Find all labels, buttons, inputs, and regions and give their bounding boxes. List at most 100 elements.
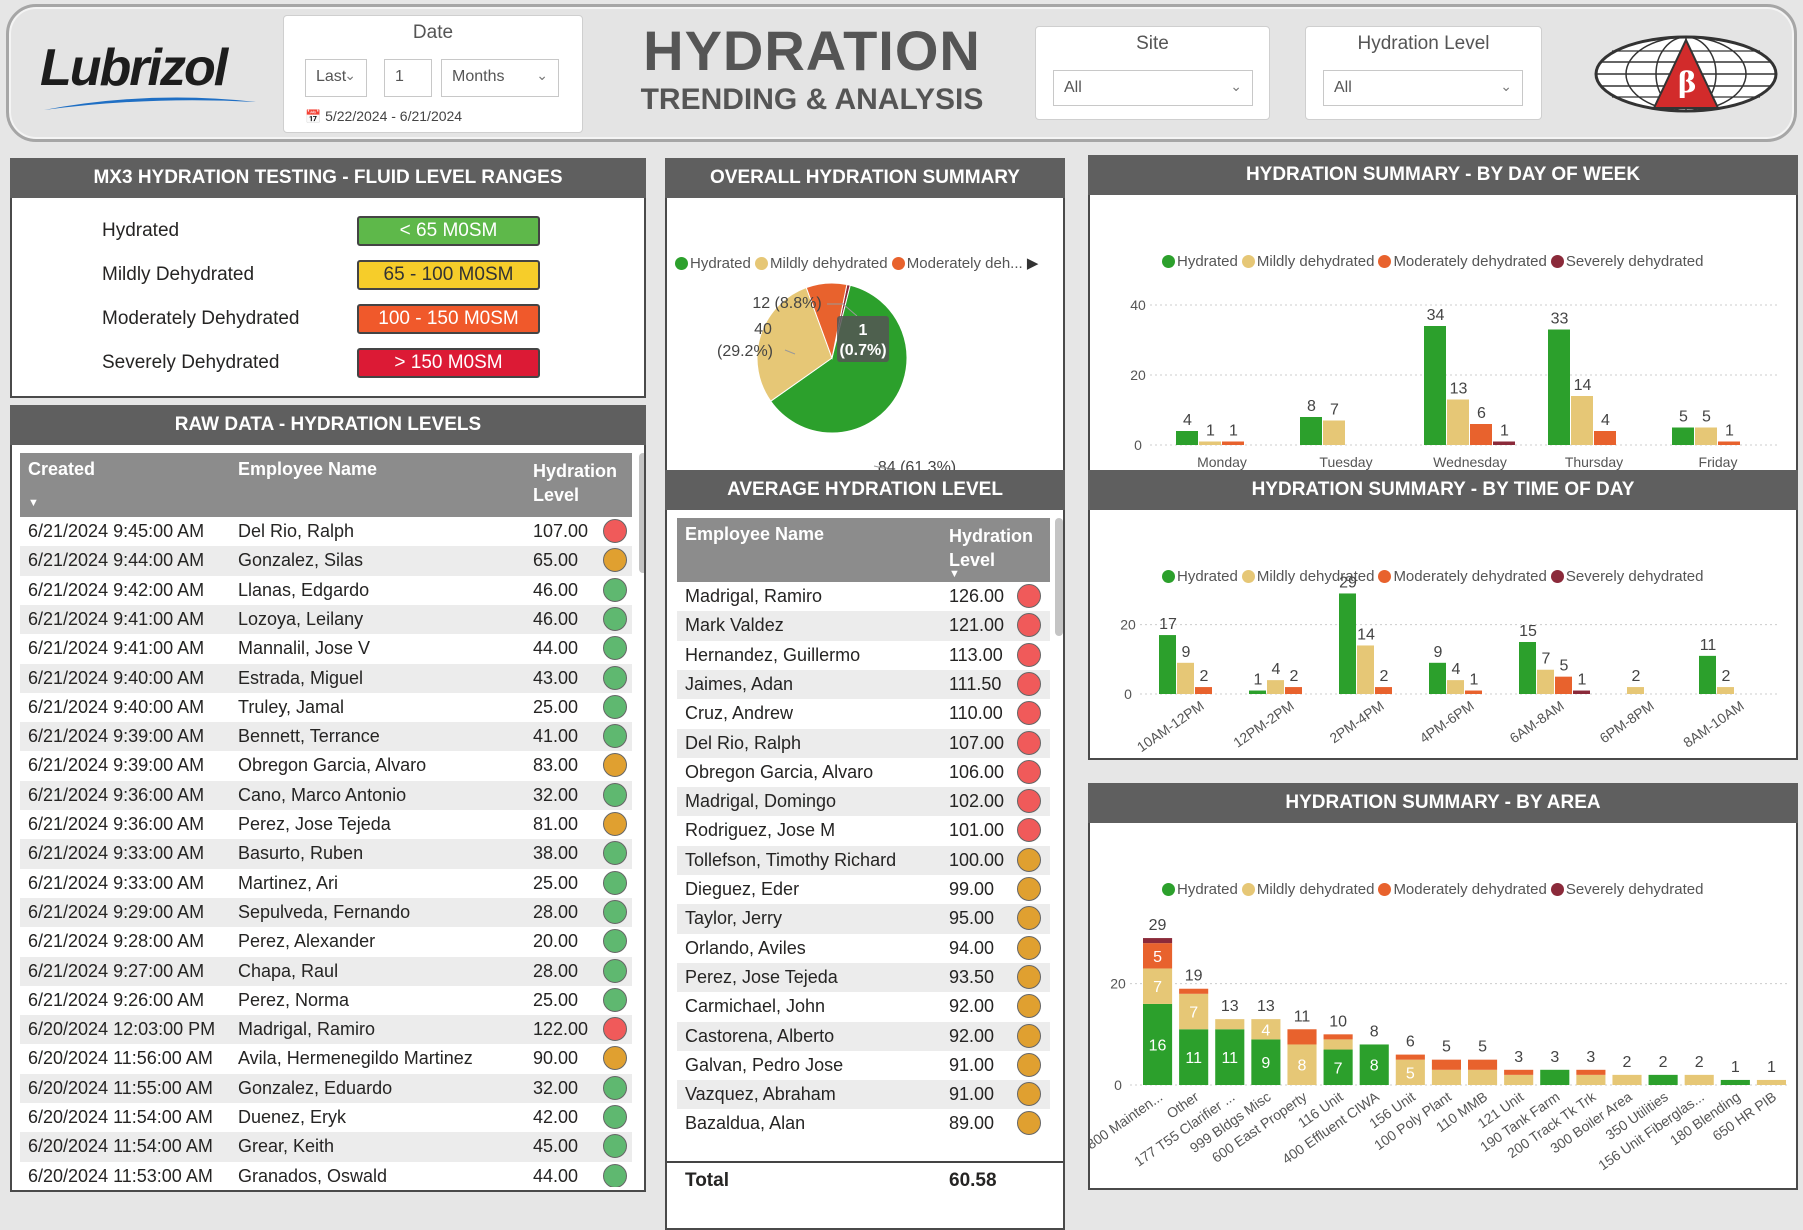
table-row[interactable]: Perez, Jose Tejeda 93.50 <box>677 962 1050 993</box>
ranges-panel: MX3 HYDRATION TESTING - FLUID LEVEL RANG… <box>10 158 646 398</box>
pie-label-mild: 40 <box>754 321 772 338</box>
total-label: 13 <box>1257 998 1275 1015</box>
col-header-level[interactable]: Hydration Level <box>533 459 617 507</box>
table-row[interactable]: 6/20/2024 12:03:00 PM Madrigal, Ramiro 122… <box>20 1015 632 1045</box>
date-unit-dropdown[interactable]: Months ⌄ <box>441 59 559 97</box>
y-tick-label: 40 <box>1130 297 1146 313</box>
table-row[interactable]: 6/21/2024 9:29:00 AM Sepulveda, Fernando 2… <box>20 897 632 928</box>
table-row[interactable]: 6/20/2024 11:56:00 AM Avila, Hermenegildo… <box>20 1044 632 1073</box>
table-row[interactable]: 6/21/2024 9:41:00 AM Lozoya, Leilany 46.00 <box>20 604 632 635</box>
table-row[interactable]: Bazaldua, Alan 89.00 <box>677 1109 1050 1138</box>
level-cell: 100.00 <box>949 849 1005 870</box>
table-row[interactable]: 6/20/2024 11:55:00 AM Gonzalez, Eduardo 32… <box>20 1073 632 1103</box>
hydration-level-slicer: Hydration Level All ⌄ <box>1305 26 1542 120</box>
total-label: 13 <box>1221 998 1239 1015</box>
table-row[interactable]: Madrigal, Ramiro 126.00 <box>677 582 1050 611</box>
range-label: Severely Dehydrated <box>102 352 280 373</box>
table-row[interactable]: Vazquez, Abraham 91.00 <box>677 1080 1050 1110</box>
table-row[interactable]: 6/21/2024 9:40:00 AM Estrada, Miguel 43.00 <box>20 663 632 693</box>
overall-summary-body: Hydrated Mildly dehydrated Moderately de… <box>665 198 1065 488</box>
data-label: 5 <box>1560 658 1569 675</box>
status-dot-icon <box>1017 642 1041 667</box>
status-dot-icon <box>1017 935 1041 960</box>
site-dropdown[interactable]: All ⌄ <box>1053 70 1253 106</box>
col-header-created[interactable]: Created <box>28 459 95 480</box>
chevron-down-icon: ⌄ <box>344 67 356 83</box>
col-header-level[interactable]: Hydration Level <box>949 524 1039 572</box>
bar <box>1717 687 1734 694</box>
avg-table-scrollbar[interactable] <box>1055 518 1063 636</box>
table-row[interactable]: Orlando, Aviles 94.00 <box>677 934 1050 963</box>
x-tick-label: 10AM-12PM <box>1134 697 1207 755</box>
tod-bar-chart: 020 179210AM-12PM14 212PM-2PM291422PM-4PM9… <box>1120 574 1780 755</box>
table-row[interactable]: Taylor, Jerry 95.00 <box>677 904 1050 934</box>
table-row[interactable]: 6/21/2024 9:33:00 AM Martinez, Ari 25.00 <box>20 869 632 898</box>
created-cell: 6/21/2024 9:27:00 AM <box>28 960 205 981</box>
level-cell: 45.00 <box>533 1136 579 1157</box>
table-row[interactable]: Madrigal, Domingo 102.00 <box>677 787 1050 817</box>
level-cell: 42.00 <box>533 1107 579 1127</box>
x-tick-label: 4PM-6PM <box>1417 697 1477 746</box>
bar <box>1695 427 1717 445</box>
total-label: 1 <box>1731 1059 1740 1076</box>
created-cell: 6/21/2024 9:45:00 AM <box>28 521 205 541</box>
table-row[interactable]: 6/21/2024 9:44:00 AM Gonzalez, Silas 65.00 <box>20 546 632 576</box>
table-row[interactable]: 6/21/2024 9:39:00 AM Obregon Garcia, Alva… <box>20 751 632 780</box>
table-row[interactable]: Tollefson, Timothy Richard 100.00 <box>677 845 1050 875</box>
area-stacked-chart: 020167529800 Mainten...11719Other1113177… <box>1090 917 1790 1173</box>
date-relative-dropdown[interactable]: Last ⌄ <box>305 59 367 97</box>
date-range-text[interactable]: 📅 5/22/2024 - 6/21/2024 <box>305 108 462 125</box>
table-row[interactable]: 6/21/2024 9:36:00 AM Cano, Marco Antonio 3… <box>20 780 632 810</box>
status-dot-icon <box>1017 964 1041 989</box>
table-row[interactable]: 6/20/2024 11:54:00 AM Grear, Keith 45.00 <box>20 1132 632 1162</box>
table-row[interactable]: Del Rio, Ralph 107.00 <box>677 728 1050 758</box>
table-row[interactable]: 6/21/2024 9:42:00 AM Llanas, Edgardo 46.00 <box>20 576 632 605</box>
area-panel: HYDRATION SUMMARY - BY AREA Hydrated Mild… <box>1088 783 1798 1190</box>
hydration-level-dropdown[interactable]: All ⌄ <box>1323 70 1523 106</box>
data-label: 2 <box>1380 668 1389 685</box>
level-cell: 41.00 <box>533 726 579 747</box>
table-row[interactable]: 6/21/2024 9:33:00 AM Basurto, Ruben 38.00 <box>20 839 632 869</box>
table-row[interactable]: Mark Valdez 121.00 <box>677 611 1050 641</box>
x-tick-label: Monday <box>1197 454 1247 470</box>
table-row[interactable]: Obregon Garcia, Alvaro 106.00 <box>677 758 1050 787</box>
table-row[interactable]: Jaimes, Adan 111.50 <box>677 669 1050 700</box>
employee-cell: Mannalil, Jose V <box>238 638 371 659</box>
date-count-input[interactable]: 1 <box>384 59 432 97</box>
table-row[interactable]: 6/20/2024 11:53:00 AM Granados, Oswald 44.… <box>20 1162 632 1187</box>
y-tick-label: 20 <box>1130 367 1146 383</box>
created-cell: 6/21/2024 9:42:00 AM <box>28 579 205 600</box>
table-row[interactable]: 6/21/2024 9:40:00 AM Truley, Jamal 25.00 <box>20 693 632 722</box>
data-label: 6 <box>1477 405 1486 422</box>
col-header-employee[interactable]: Employee Name <box>685 524 824 545</box>
status-dot-icon <box>603 841 627 866</box>
sort-desc-icon: ▼ <box>949 568 960 580</box>
raw-table-scrollbar[interactable] <box>639 453 644 573</box>
table-row[interactable]: Galvan, Pedro Jose 91.00 <box>677 1051 1050 1080</box>
table-row[interactable]: Dieguez, Eder 99.00 <box>677 875 1050 904</box>
table-row[interactable]: 6/21/2024 9:27:00 AM Chapa, Raul 28.00 <box>20 956 632 986</box>
table-row[interactable]: Carmichael, John 92.00 <box>677 992 1050 1021</box>
table-row[interactable]: 6/21/2024 9:26:00 AM Perez, Norma 25.00 <box>20 986 632 1015</box>
data-label: 11 <box>1700 637 1717 654</box>
table-row[interactable]: 6/21/2024 9:45:00 AM Del Rio, Ralph 107.00 <box>20 517 632 546</box>
employee-cell: Cano, Marco Antonio <box>238 784 407 805</box>
table-row[interactable]: 6/20/2024 11:54:00 AM Duenez, Eryk 42.00 <box>20 1103 632 1132</box>
table-row[interactable]: Rodriguez, Jose M 101.00 <box>677 816 1050 845</box>
level-cell: 38.00 <box>533 843 579 864</box>
data-label: 2 <box>1632 668 1641 685</box>
data-label: 9 <box>1182 644 1191 661</box>
table-row[interactable]: 6/21/2024 9:28:00 AM Perez, Alexander 20.0… <box>20 927 632 956</box>
table-row[interactable]: Hernandez, Guillermo 113.00 <box>677 641 1050 670</box>
table-row[interactable]: 6/21/2024 9:39:00 AM Bennett, Terrance 41.… <box>20 722 632 752</box>
employee-cell: Perez, Jose Tejeda <box>685 966 838 987</box>
col-header-employee[interactable]: Employee Name <box>238 459 377 480</box>
table-row[interactable]: Castorena, Alberto 92.00 <box>677 1021 1050 1051</box>
table-row[interactable]: 6/21/2024 9:36:00 AM Perez, Jose Tejeda 81… <box>20 810 632 839</box>
table-row[interactable]: 6/21/2024 9:41:00 AM Mannalil, Jose V 44.0… <box>20 634 632 663</box>
table-row[interactable]: Cruz, Andrew 110.00 <box>677 699 1050 728</box>
employee-cell: Grear, Keith <box>238 1136 335 1157</box>
level-cell: 91.00 <box>949 1054 995 1075</box>
status-dot-icon <box>603 519 627 543</box>
stacked-bar-segment <box>1720 1079 1750 1085</box>
